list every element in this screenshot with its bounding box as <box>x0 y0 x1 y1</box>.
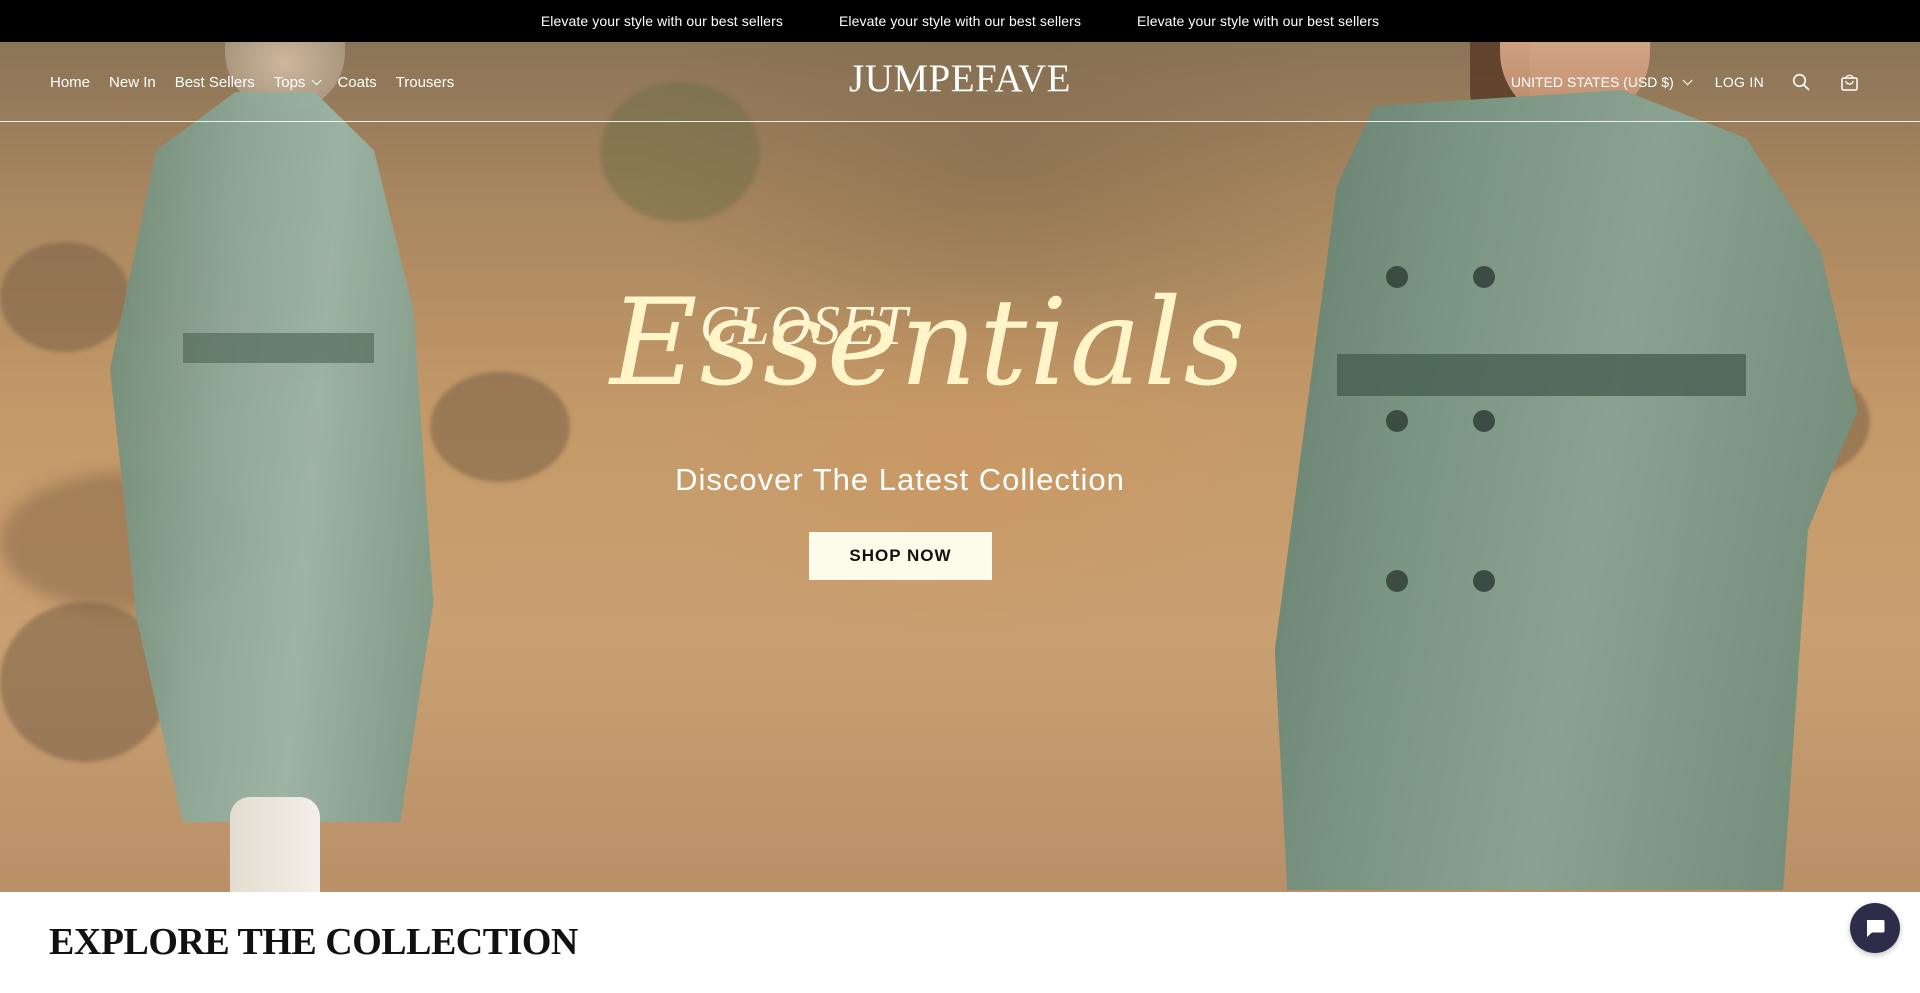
hero-script-large: Essentials <box>610 274 1248 413</box>
section-title: EXPLORE THE COLLECTION <box>49 921 578 963</box>
coat-button <box>1386 410 1409 432</box>
country-selector[interactable]: UNITED STATES (USD $) <box>1510 74 1693 90</box>
chat-button[interactable] <box>1850 903 1900 953</box>
country-selector-label: UNITED STATES (USD $) <box>1510 74 1674 90</box>
announcement-message: Elevate your style with our best sellers <box>540 13 783 29</box>
header-tools: UNITED STATES (USD $) LOG IN <box>1511 42 1860 122</box>
shop-now-button[interactable]: SHOP NOW <box>809 532 992 580</box>
announcement-message: Elevate your style with our best sellers <box>1137 13 1380 29</box>
model-left-boot <box>230 797 320 892</box>
coat-button <box>1386 570 1409 592</box>
coat-button <box>1473 410 1496 432</box>
search-button[interactable] <box>1790 71 1812 93</box>
login-link[interactable]: LOG IN <box>1715 74 1764 90</box>
search-icon <box>1792 73 1810 91</box>
coat-belt <box>182 332 374 363</box>
background-rock <box>0 242 130 352</box>
chat-icon <box>1866 920 1885 937</box>
coat-button <box>1473 570 1496 592</box>
cart-icon <box>1840 74 1858 91</box>
announcement-message: Elevate your style with our best sellers <box>838 13 1082 29</box>
announcement-bar: Elevate your style with our best sellers… <box>0 0 1920 42</box>
model-left-coat <box>110 92 434 822</box>
coat-button <box>1386 266 1409 288</box>
cart-button[interactable] <box>1838 71 1860 93</box>
chevron-down-icon <box>1682 74 1693 85</box>
coat-belt <box>1336 354 1746 396</box>
site-header: Home New In Best Sellers Tops Coats Trou… <box>0 42 1920 122</box>
coat-button <box>1473 266 1496 288</box>
hero-tagline: Discover The Latest Collection <box>675 462 1125 497</box>
